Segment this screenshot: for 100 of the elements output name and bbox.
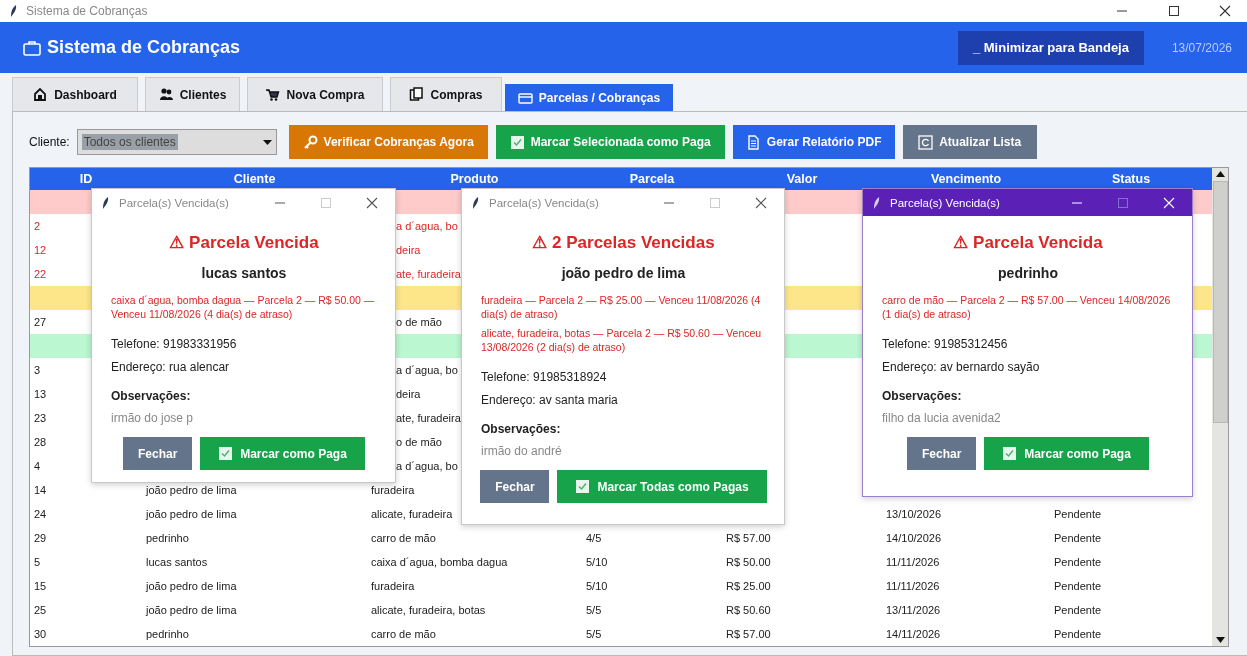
dialog-title: Parcela(s) Vencida(s) (119, 196, 229, 209)
house-icon (33, 87, 49, 102)
tab[interactable]: Nova Compra (247, 77, 383, 111)
notes-text: filho da lucia avenida2 (882, 411, 1002, 425)
card-icon (517, 90, 533, 106)
alert-heading: ⚠ Parcela Vencida (952, 232, 1104, 253)
client-dropdown[interactable]: Todos os clientes (76, 129, 277, 155)
document-icon (745, 134, 761, 150)
tab[interactable]: Dashboard (12, 77, 138, 111)
scrollbar[interactable] (1212, 168, 1228, 646)
client-name: pedrinho (997, 265, 1059, 281)
table-cell: a d´agua, bo (396, 364, 458, 376)
table-cell: carro de mão (371, 532, 436, 544)
scrollbar-thumb[interactable] (1212, 181, 1228, 423)
close-button[interactable]: Fechar (123, 437, 193, 470)
table-cell: 4/5 (586, 532, 602, 544)
table-cell: ate, furadeira (396, 268, 461, 280)
feather-icon (472, 196, 480, 209)
tab[interactable]: Clientes (145, 77, 240, 111)
table-cell: Pendente (1054, 628, 1102, 640)
checkbox-icon (575, 479, 591, 494)
dialog-title: Parcela(s) Vencida(s) (489, 196, 599, 209)
address-text: Endereço: rua alencar (111, 360, 231, 374)
table-cell: o de mão (396, 316, 442, 328)
table-cell: 28 (34, 436, 47, 448)
table-cell: pedrinho (146, 628, 189, 640)
table-cell: 14/11/2026 (886, 628, 941, 640)
table-cell: 22 (34, 268, 47, 280)
table-cell: ate, furadeira (396, 412, 461, 424)
column-header[interactable]: Parcela (582, 168, 722, 190)
table-cell: R$ 50.60 (726, 604, 771, 616)
table-cell: deira (396, 244, 421, 256)
table-cell: Pendente (1054, 580, 1102, 592)
table-cell: 5 (34, 556, 41, 568)
table-cell: 13/10/2026 (886, 508, 942, 520)
dropdown-arrow-icon (262, 139, 272, 145)
mark-paid-button[interactable]: Marcar como Paga (200, 437, 365, 470)
tab[interactable]: Compras (390, 77, 502, 111)
overdue-item: caixa d´agua, bomba dagua — Parcela 2 — R$ 50.00 — Venceu 11/08/2026 (4 dia(s) de atraso) (111, 293, 376, 321)
table-cell: 5/10 (586, 580, 608, 592)
table-cell: 13/11/2026 (886, 604, 941, 616)
phone-text: Telefone: 91985318924 (481, 370, 608, 384)
table-cell: carro de mão (371, 628, 436, 640)
overdue-item: alicate, furadeira, botas — Parcela 2 — R$ 50.60 — Venceu 13/08/2026 (2 dia(s) de atraso) (481, 326, 763, 354)
table-cell: lucas santos (146, 556, 208, 568)
close-button[interactable]: Fechar (480, 470, 550, 503)
notes-text: irmão do andré (481, 444, 563, 458)
table-cell: alicate, furadeira (371, 508, 453, 520)
table-cell: caixa d´agua, bomba dagua (371, 556, 508, 568)
scroll-up-icon (1215, 171, 1225, 177)
column-header[interactable]: Valor (722, 168, 882, 190)
table-cell: 14 (34, 484, 47, 496)
checkbox-icon (509, 134, 525, 150)
table-cell: Pendente (1054, 508, 1102, 520)
table-cell: 27 (34, 316, 47, 328)
scroll-down-icon (1215, 637, 1225, 643)
mark-paid-button[interactable]: Marcar como Paga (984, 437, 1149, 470)
documents-icon (409, 87, 425, 102)
date-label: 13/07/2026 (1171, 40, 1232, 55)
table-cell: 29 (34, 532, 47, 544)
window-title: Sistema de Cobranças (26, 4, 148, 18)
app-title: Sistema de Cobranças (47, 37, 241, 58)
mark-paid-button[interactable]: Marcar Todas como Pagas (557, 470, 767, 503)
column-header[interactable]: Status (1050, 168, 1212, 190)
client-label: Cliente: (29, 135, 70, 149)
feather-icon (102, 196, 110, 209)
address-text: Endereço: av bernardo sayão (882, 360, 1041, 374)
table-cell: 23 (34, 412, 47, 424)
column-header[interactable]: Vencimento (882, 168, 1050, 190)
table-cell: 2 (34, 220, 41, 232)
close-button[interactable]: Fechar (907, 437, 977, 470)
table-cell: joão pedro de lima (146, 604, 237, 616)
column-header[interactable]: ID (30, 168, 142, 190)
table-cell: 5/5 (586, 628, 602, 640)
alert-heading: ⚠ Parcela Vencida (168, 232, 320, 253)
table-cell: 11/11/2026 (886, 556, 940, 568)
toolbar-button[interactable]: Gerar Relatório PDF (732, 125, 895, 159)
table-cell: 25 (34, 604, 47, 616)
table-cell: 5/10 (586, 556, 608, 568)
overdue-item: furadeira — Parcela 2 — R$ 25.00 — Venceu 11/08/2026 (4 dia(s) de atraso) (481, 293, 762, 321)
toolbar-button[interactable]: Verificar Cobranças Agora (288, 125, 488, 159)
notes-label: Observações: (882, 389, 963, 403)
client-name: joão pedro de lima (560, 265, 687, 281)
column-header[interactable]: Cliente (142, 168, 367, 190)
people-icon (158, 87, 174, 102)
checkbox-icon (1002, 446, 1018, 461)
tab[interactable]: Parcelas / Cobranças (505, 84, 673, 111)
table-cell: R$ 50.00 (726, 556, 771, 568)
table-cell: o de mão (396, 436, 442, 448)
refresh-icon (918, 134, 934, 150)
column-header[interactable]: Produto (367, 168, 582, 190)
toolbar-button[interactable]: Atualizar Lista (902, 125, 1037, 159)
table-cell: 4 (34, 460, 41, 472)
alert-heading: ⚠ 2 Parcelas Vencidas (531, 232, 716, 253)
toolbar-button[interactable]: Marcar Selecionada como Paga (495, 125, 725, 159)
table-cell: 14/10/2026 (886, 532, 942, 544)
table-cell: 5/5 (586, 604, 602, 616)
notes-text: irmão do jose p (111, 411, 195, 425)
address-text: Endereço: av santa maria (481, 393, 619, 407)
minimize-to-tray-button[interactable]: _ Minimizar para Bandeja (957, 30, 1144, 65)
